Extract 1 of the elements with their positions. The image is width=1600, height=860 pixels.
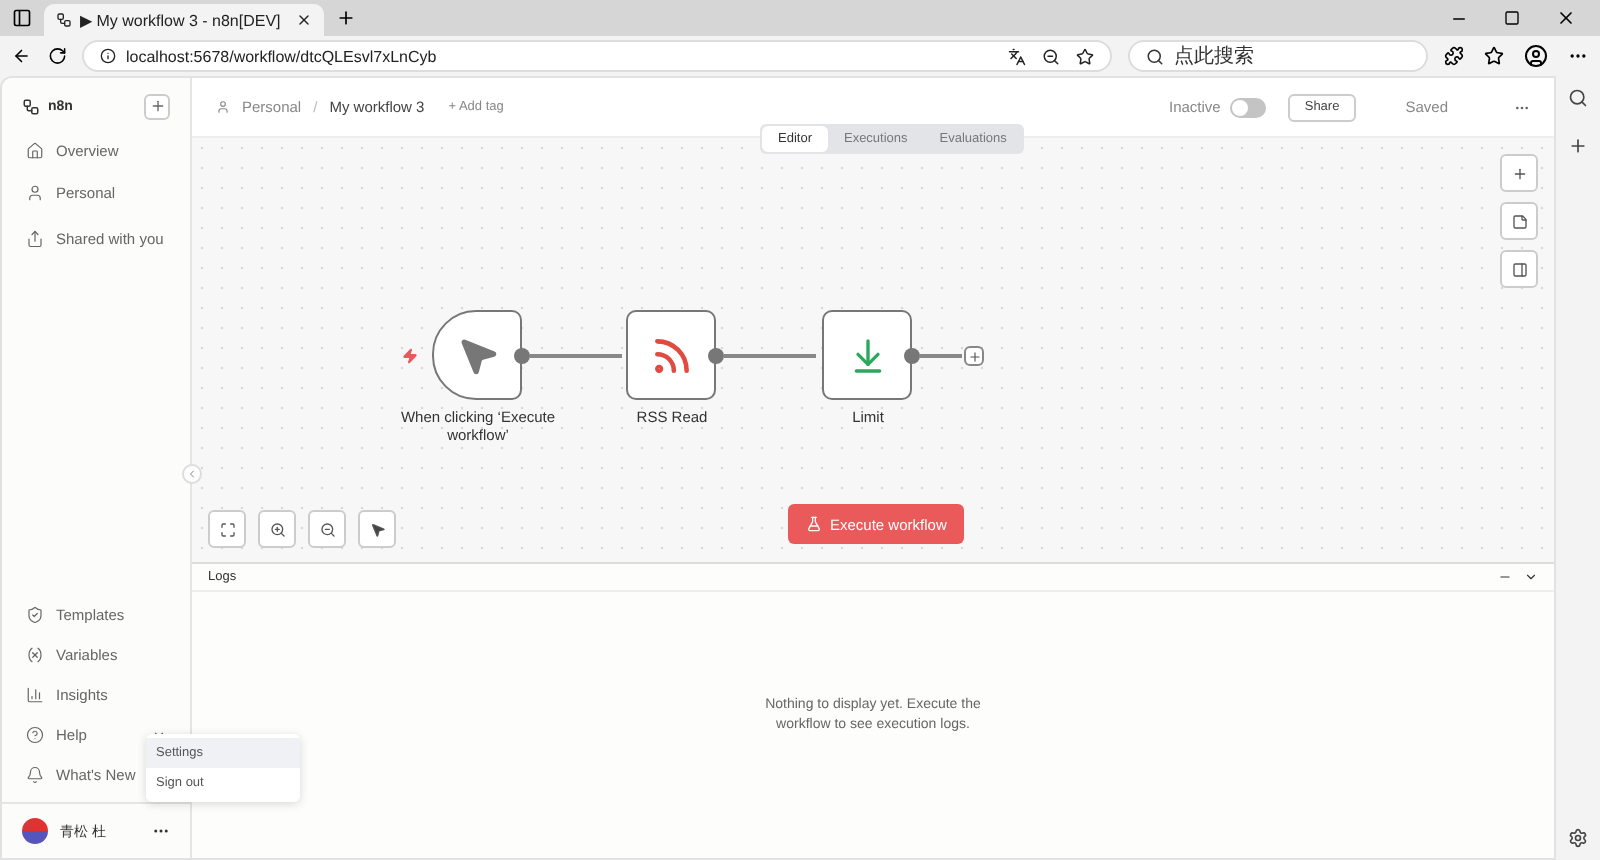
url-text: localhost:5678/workflow/dtcQLEsvl7xLnCyb — [126, 47, 437, 65]
